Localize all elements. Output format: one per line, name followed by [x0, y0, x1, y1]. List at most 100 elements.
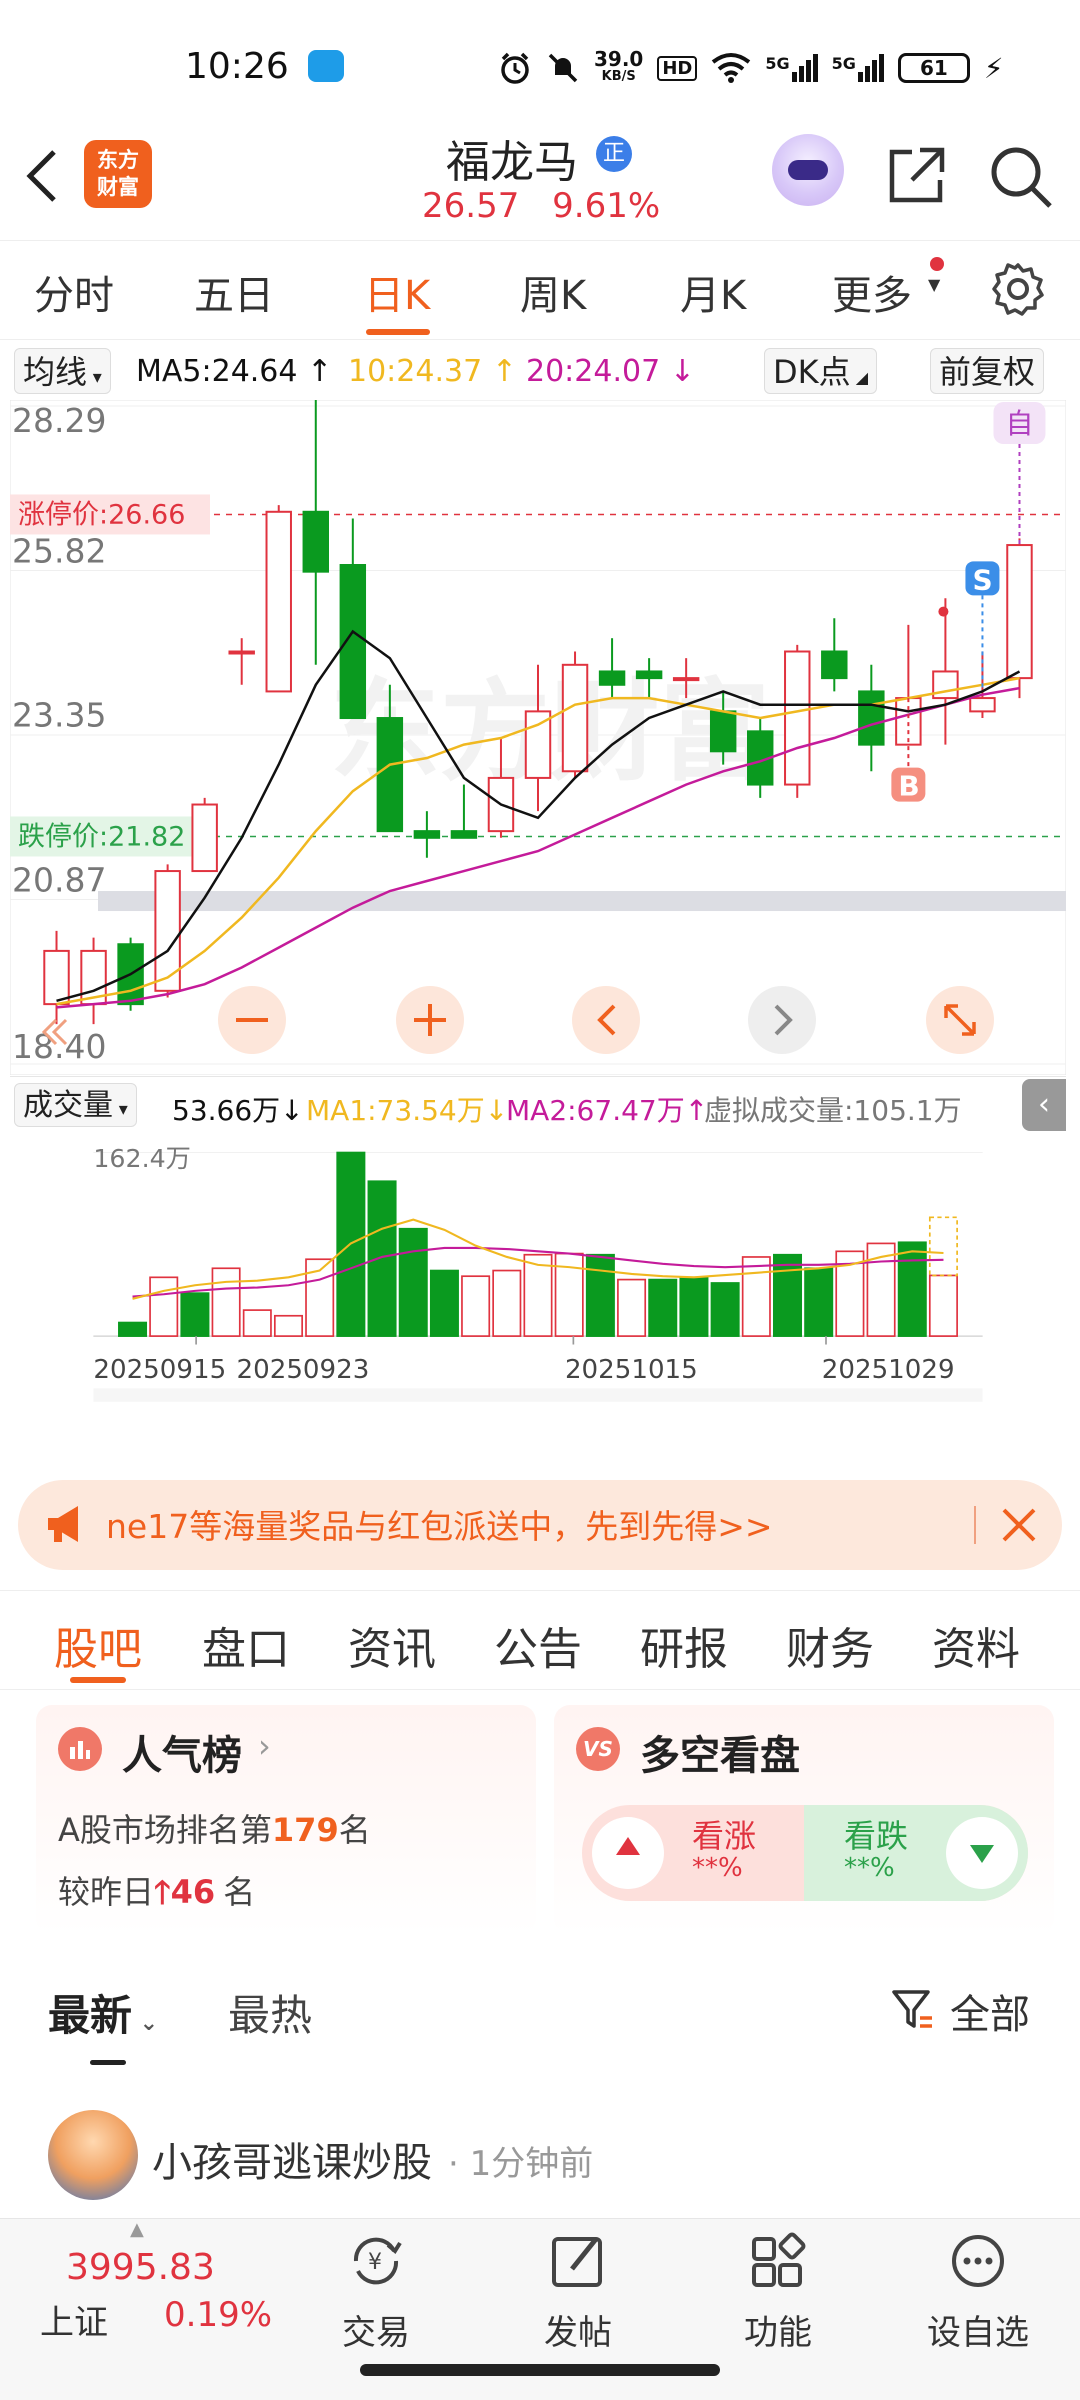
candle-body — [598, 670, 626, 686]
indicator-selector[interactable]: 均线 ▾ — [14, 348, 111, 394]
candle-body — [561, 663, 589, 773]
sort-hottest[interactable]: 最热 — [228, 1982, 312, 2043]
tab-more[interactable]: 更多 — [832, 263, 912, 321]
ma20-value: 20:24.07 ↓ — [526, 354, 695, 389]
tab-guba[interactable]: 股吧 — [54, 1613, 142, 1677]
megaphone-icon — [48, 1506, 78, 1542]
back-arrow-icon[interactable] — [22, 146, 62, 206]
search-icon[interactable] — [988, 144, 1054, 210]
close-icon[interactable] — [1000, 1506, 1038, 1544]
chevron-right-icon: › — [258, 1727, 271, 1765]
volume-bar — [928, 1274, 958, 1337]
trade-icon: ¥ — [353, 2237, 402, 2285]
index-ticker[interactable]: 3995.83 上证 0.19% — [40, 2247, 280, 2377]
ma-legend: 均线 ▾ MA5:24.64 ↑ 10:24.37 ↑ 20:24.07 ↓ D… — [0, 346, 1080, 398]
scroll-left-button[interactable] — [572, 986, 640, 1054]
kline-chart[interactable]: 东方财富 涨停价:26.66跌停价:21.82 28.2925.8223.352… — [10, 400, 1066, 1075]
candle-body — [821, 650, 848, 680]
tab-financials[interactable]: 财务 — [786, 1613, 874, 1677]
hd-icon: HD — [657, 55, 698, 81]
tab-profile[interactable]: 资料 — [932, 1613, 1020, 1677]
status-icons: 39.0 KB/S HD 5G 5G 61 ⚡ — [498, 47, 1004, 86]
add-watchlist-button[interactable]: 设自选 — [918, 2229, 1038, 2354]
tab-research[interactable]: 研报 — [640, 1613, 728, 1677]
price-axis-label: 28.29 — [12, 401, 106, 440]
volume-bar — [461, 1275, 491, 1337]
home-indicator — [360, 2364, 720, 2376]
charging-icon: ⚡ — [983, 51, 1004, 85]
volume-ma2: MA2:67.47万↑ — [506, 1094, 709, 1127]
scroll-right-button[interactable] — [748, 986, 816, 1054]
candle-body — [672, 677, 700, 682]
grid-icon — [752, 2232, 806, 2287]
limit-up-label: 涨停价:26.66 — [18, 499, 185, 530]
volume-bar — [897, 1241, 927, 1337]
price-axis-label: 25.82 — [12, 531, 106, 570]
volume-selector[interactable]: 成交量 ▾ — [14, 1083, 137, 1127]
candle-body — [302, 510, 329, 573]
sort-latest[interactable]: 最新 ⌄ — [48, 1982, 158, 2043]
tab-weekly-k[interactable]: 周K — [520, 263, 586, 321]
post-author[interactable]: 小孩哥逃课炒股 — [152, 2130, 432, 2188]
svg-text:¥: ¥ — [368, 2250, 382, 2275]
share-icon[interactable] — [884, 144, 948, 208]
ai-assistant-icon[interactable] — [772, 134, 844, 206]
b-marker: B — [898, 770, 919, 803]
candle-body — [895, 697, 922, 746]
bull-button[interactable] — [592, 1817, 664, 1889]
tab-announcements[interactable]: 公告 — [494, 1613, 582, 1677]
volume-chart[interactable]: 162.4万 20250915 20250923 20251015 20251029 — [10, 1134, 1066, 1454]
bull-pct: **% — [692, 1853, 743, 1883]
settings-gear-icon[interactable] — [990, 261, 1046, 317]
candle-body — [413, 830, 441, 839]
bear-button[interactable] — [946, 1817, 1018, 1889]
index-name: 上证 — [40, 2303, 108, 2343]
filter-all[interactable]: 全部 — [950, 1982, 1030, 2040]
up-triangle-icon — [616, 1837, 640, 1855]
volume-bar — [648, 1278, 678, 1337]
stock-badge: 正 — [596, 136, 632, 172]
candle-body — [784, 650, 811, 786]
more-dots-icon — [952, 2235, 1004, 2287]
candle-body — [858, 690, 885, 746]
net-speed: 39.0 KB/S — [594, 47, 644, 84]
bar-chart-icon — [70, 1741, 90, 1759]
volume-bar — [741, 1256, 771, 1337]
tab-monthly-k[interactable]: 月K — [680, 263, 746, 321]
functions-button[interactable]: 功能 — [718, 2229, 838, 2354]
active-tab-underline — [366, 329, 430, 335]
popularity-card[interactable]: 人气榜 › A股市场排名第179名 较昨日🡑46 名 — [36, 1705, 536, 1935]
expand-caret-icon[interactable]: ▲ — [130, 2219, 144, 2240]
tab-intraday[interactable]: 分时 — [34, 263, 114, 321]
promo-banner[interactable]: ne17等海量奖品与红包派送中，先到先得>> — [18, 1480, 1062, 1570]
current-price: 26.57 — [422, 186, 520, 226]
down-triangle-icon — [970, 1845, 994, 1863]
index-value: 3995.83 — [66, 2247, 215, 2288]
alarm-icon — [501, 52, 529, 84]
trade-button[interactable]: ¥ 交易 — [316, 2229, 436, 2354]
volume-bar — [492, 1269, 522, 1337]
scroll-track — [93, 1388, 983, 1402]
date-label: 20250923 — [237, 1355, 370, 1385]
volume-bar — [149, 1276, 179, 1337]
date-label: 20251015 — [565, 1355, 698, 1385]
app-logo[interactable]: 东方 财富 — [84, 140, 152, 208]
adjust-button[interactable]: 前复权 — [930, 348, 1045, 394]
tab-news[interactable]: 资讯 — [348, 1613, 436, 1677]
filter-icon[interactable] — [890, 1988, 934, 2032]
volume-bars — [118, 1151, 958, 1337]
avatar[interactable] — [48, 2110, 138, 2200]
tab-five-day[interactable]: 五日 — [194, 263, 274, 321]
post-item[interactable]: 小孩哥逃课炒股 · 1分钟前 — [0, 2100, 1080, 2210]
mute-icon — [548, 53, 578, 83]
app-notification-icon — [308, 50, 344, 82]
tab-order-book[interactable]: 盘口 — [202, 1613, 290, 1677]
watchlist-label: 设自选 — [927, 2313, 1029, 2353]
stock-header: 东方 财富 福龙马 正 26.57 9.61% — [0, 120, 1080, 240]
volume-bar — [180, 1292, 210, 1337]
volume-bar — [242, 1309, 272, 1337]
post-button[interactable]: 发帖 — [518, 2229, 638, 2354]
collapse-panel-button[interactable]: ‹ — [1022, 1079, 1066, 1131]
dk-point-button[interactable]: DK点 ◢ — [764, 348, 878, 394]
tab-daily-k[interactable]: 日K — [364, 263, 430, 321]
